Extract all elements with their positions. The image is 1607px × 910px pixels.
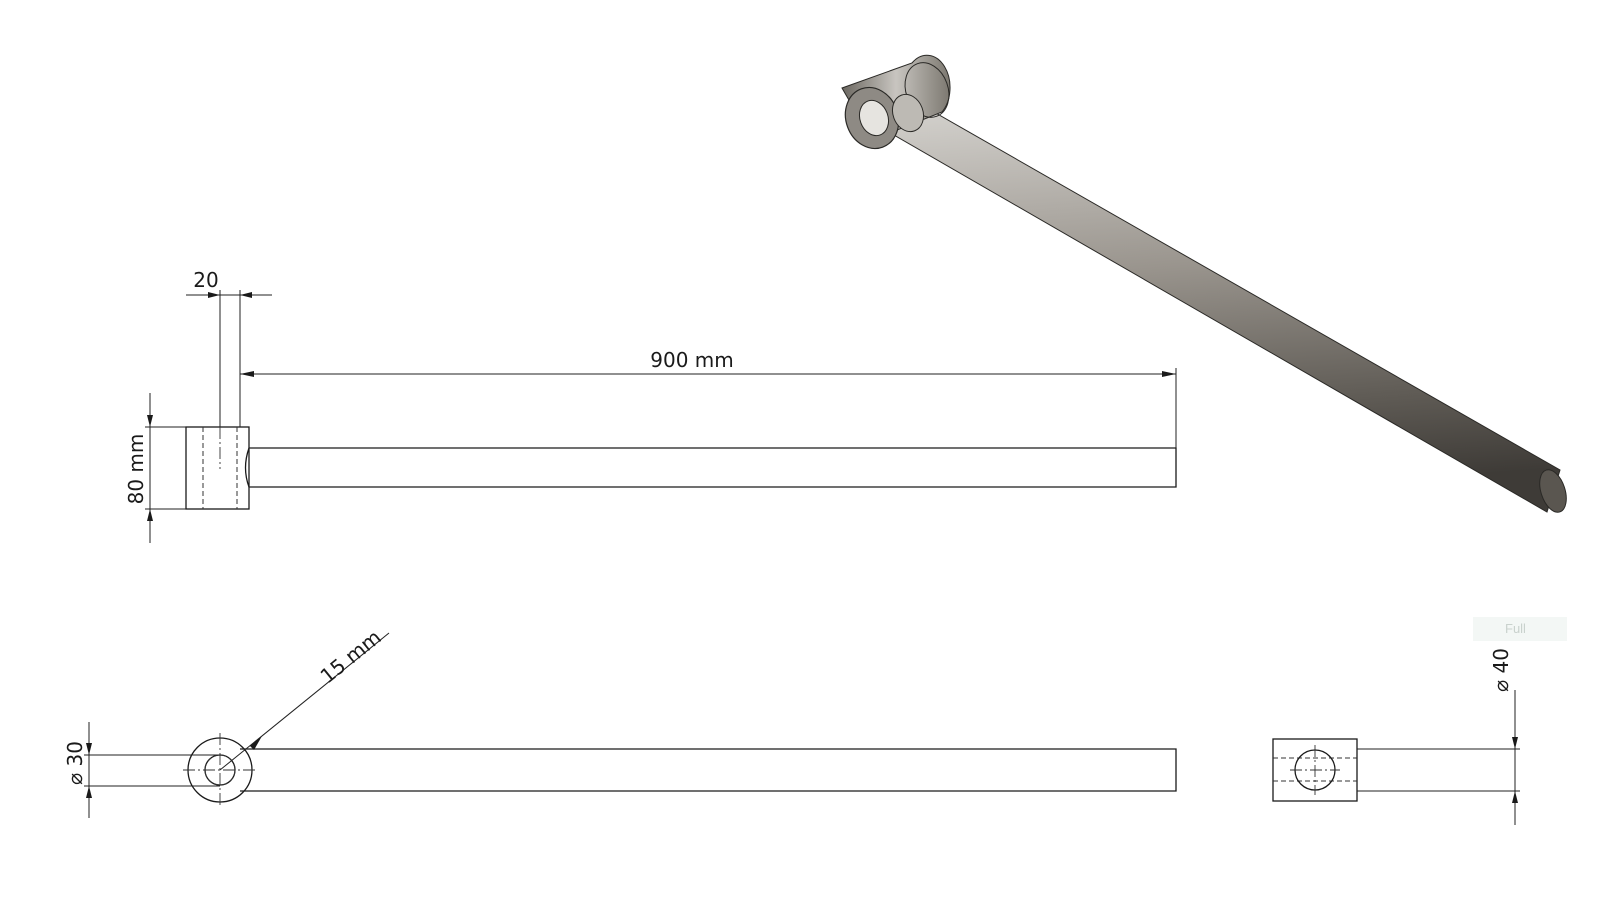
front-rod xyxy=(244,447,1177,488)
dim-boss-diameter-label: ⌀ 30 xyxy=(63,741,87,785)
dim-boss-height-label: 80 mm xyxy=(124,434,148,505)
iso-rod xyxy=(886,95,1561,513)
top-view: 15 mm ⌀ 30 xyxy=(63,625,1177,818)
front-view: 900 mm 20 80 mm xyxy=(124,268,1177,543)
full-screen-badge[interactable]: Full xyxy=(1473,617,1567,641)
dim-rod-diameter-label: ⌀ 40 xyxy=(1489,648,1513,692)
dim-length-label: 900 mm xyxy=(650,348,734,372)
top-rod xyxy=(240,748,1177,792)
dim-boss-diameter: ⌀ 30 xyxy=(63,722,220,818)
dim-length: 900 mm xyxy=(239,348,1177,448)
dim-boss-width-label: 20 xyxy=(193,268,218,292)
dim-boss-height: 80 mm xyxy=(124,393,186,543)
dim-boss-width: 20 xyxy=(186,268,272,427)
isometric-view xyxy=(841,54,1567,513)
dim-rod-diameter: ⌀ 40 xyxy=(1357,648,1520,825)
front-boss xyxy=(185,426,250,510)
dim-hole-radius-label: 15 mm xyxy=(316,625,386,688)
side-view: ⌀ 40 xyxy=(1272,648,1520,825)
engineering-drawing: 900 mm 20 80 mm 15 mm ⌀ 30 ⌀ 40 xyxy=(63,54,1567,825)
full-screen-badge-label: Full xyxy=(1505,621,1526,636)
dim-hole-radius: 15 mm xyxy=(219,625,390,771)
